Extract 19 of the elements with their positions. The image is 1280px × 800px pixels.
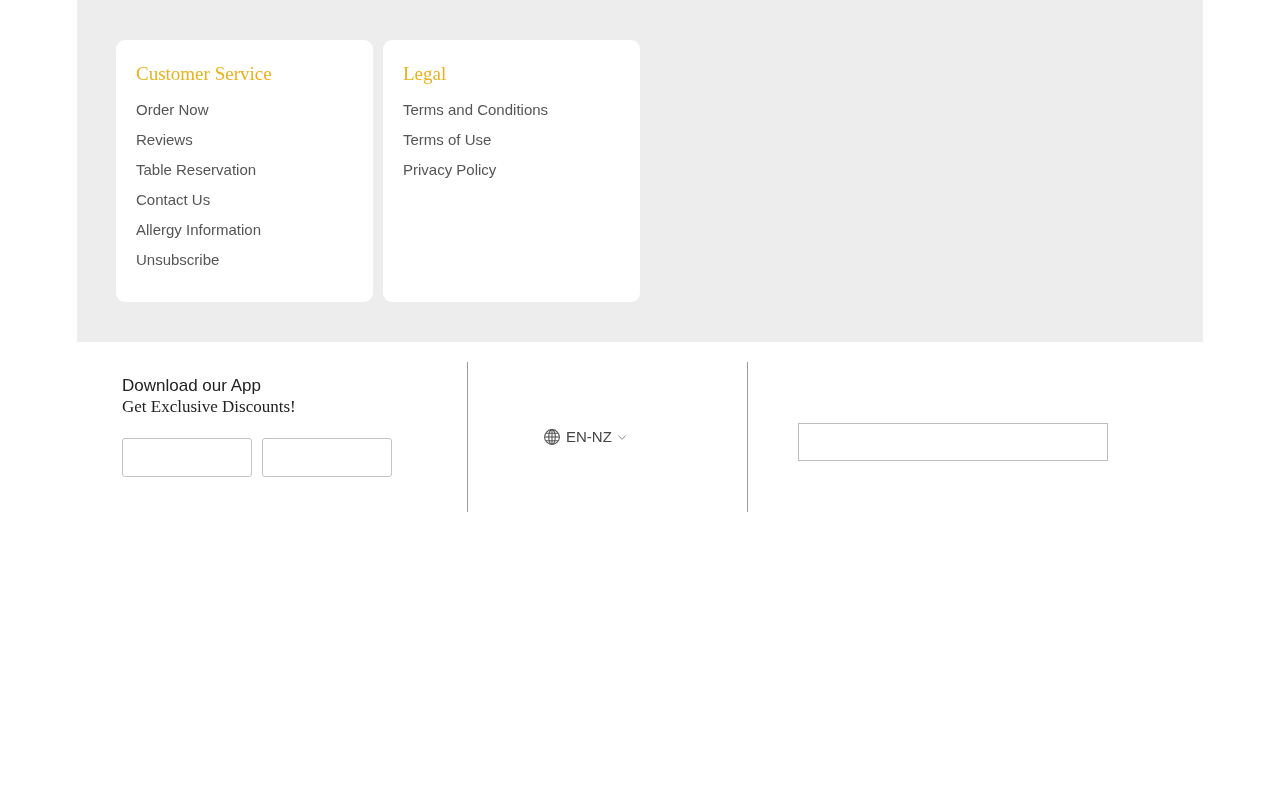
footer-link[interactable]: Privacy Policy — [403, 155, 497, 185]
app-subheading: Get Exclusive Discounts! — [122, 396, 297, 418]
card-heading: Customer Service — [136, 62, 273, 86]
app-heading: Download our App — [122, 376, 262, 396]
chevron-down-icon — [617, 434, 626, 440]
footer-link[interactable]: Terms and Conditions — [403, 95, 549, 125]
footer-link[interactable]: Table Reservation — [136, 155, 257, 185]
card-heading: Legal — [403, 62, 448, 86]
app-store-button[interactable] — [262, 438, 392, 477]
input-field[interactable] — [798, 423, 1108, 461]
app-store-button[interactable] — [122, 438, 252, 477]
language-selector[interactable]: EN-NZ — [544, 427, 626, 447]
footer-link[interactable]: Terms of Use — [403, 125, 492, 155]
footer-link[interactable]: Allergy Information — [136, 215, 262, 245]
globe-icon — [544, 429, 560, 445]
footer-link[interactable]: Unsubscribe — [136, 245, 220, 275]
footer-link[interactable]: Contact Us — [136, 185, 211, 215]
footer-link[interactable]: Order Now — [136, 95, 209, 125]
footer-link[interactable]: Reviews — [136, 125, 193, 155]
